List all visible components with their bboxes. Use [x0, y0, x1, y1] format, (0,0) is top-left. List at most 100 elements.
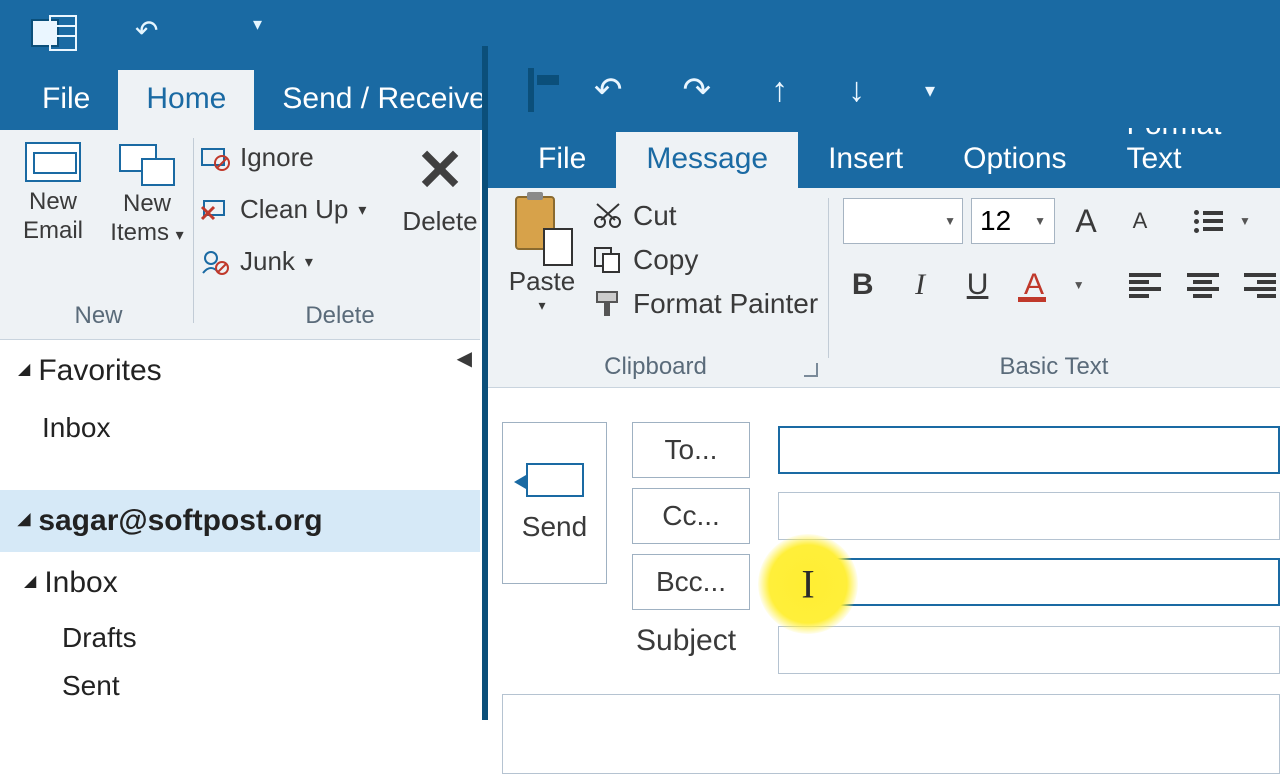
- font-name-select[interactable]: ▼: [843, 198, 963, 244]
- to-field[interactable]: [778, 426, 1280, 474]
- align-left-icon: [1129, 270, 1161, 301]
- bcc-button[interactable]: Bcc...: [632, 554, 750, 610]
- bcc-field[interactable]: [778, 558, 1280, 606]
- cleanup-label: Clean Up: [240, 194, 348, 225]
- ignore-icon: [200, 145, 230, 171]
- collapse-nav-icon[interactable]: ◀: [457, 346, 472, 371]
- compose-title-bar: ↶ ↷ ↑ ↓ ▾: [488, 46, 1280, 128]
- outlook-app-icon: [30, 14, 78, 54]
- send-label: Send: [522, 511, 587, 543]
- compose-tab-message[interactable]: Message: [616, 132, 798, 188]
- tab-file[interactable]: File: [14, 70, 118, 130]
- chevron-down-icon: ▾: [305, 252, 313, 272]
- triangle-down-icon: ◢: [18, 359, 30, 379]
- chevron-down-icon[interactable]: ▼: [1239, 214, 1251, 228]
- nav-favorites-inbox[interactable]: Inbox: [0, 402, 480, 454]
- bold-button[interactable]: B: [843, 262, 882, 308]
- nav-favorites-header[interactable]: ◢ Favorites: [0, 340, 480, 402]
- align-right-button[interactable]: [1241, 262, 1280, 308]
- grow-font-button[interactable]: A: [1063, 198, 1109, 244]
- group-label-clipboard: Clipboard: [488, 353, 823, 381]
- arrow-down-icon[interactable]: ↓: [848, 71, 865, 110]
- new-email-label: New Email: [8, 188, 98, 246]
- envelope-icon: [25, 142, 81, 182]
- align-left-button[interactable]: [1126, 262, 1165, 308]
- clipboard-launcher-icon[interactable]: [804, 363, 818, 377]
- tab-send-receive[interactable]: Send / Receive: [254, 70, 513, 130]
- align-center-icon: [1187, 270, 1219, 301]
- chevron-down-icon[interactable]: ▼: [1073, 278, 1085, 292]
- delete-button[interactable]: ✕ Delete: [400, 142, 480, 237]
- compose-body: Send To... Cc... Bcc... Subject I: [488, 388, 1280, 418]
- to-button[interactable]: To...: [632, 422, 750, 478]
- font-color-icon: A: [1024, 270, 1044, 300]
- folder-nav-pane: ◀ ◢ Favorites Inbox ◢ sagar@softpost.org ◢…: [0, 340, 480, 710]
- paste-icon: [515, 196, 569, 262]
- compose-ribbon: Paste ▾ Cut Copy Format Painter: [488, 188, 1280, 388]
- redo-icon[interactable]: ↷: [683, 70, 712, 110]
- undo-icon[interactable]: ↶: [135, 14, 158, 47]
- junk-button[interactable]: Junk ▾: [200, 246, 313, 277]
- align-center-button[interactable]: [1183, 262, 1222, 308]
- cc-button[interactable]: Cc...: [632, 488, 750, 544]
- underline-button[interactable]: U: [958, 262, 997, 308]
- delete-x-icon: ✕: [400, 142, 480, 200]
- compose-ribbon-tabs: File Message Insert Options Format Text: [488, 128, 1280, 188]
- compose-message-window: ↶ ↷ ↑ ↓ ▾ File Message Insert Options Fo…: [482, 46, 1280, 720]
- qat-customize-caret-icon[interactable]: ▾: [925, 78, 935, 103]
- align-right-icon: [1244, 270, 1276, 301]
- group-separator: [828, 198, 829, 358]
- new-items-label: New Items ▾: [102, 190, 192, 248]
- chevron-down-icon: ▼: [1034, 214, 1046, 228]
- ribbon-group-new: New Email New Items ▾ New: [6, 136, 191, 334]
- font-size-select[interactable]: 12▼: [971, 198, 1055, 244]
- copy-icon: [593, 246, 623, 274]
- scissors-icon: [593, 202, 623, 230]
- italic-button[interactable]: I: [900, 262, 939, 308]
- undo-icon[interactable]: ↶: [594, 70, 623, 110]
- chevron-down-icon: ▾: [358, 200, 366, 220]
- junk-icon: [200, 249, 230, 275]
- arrow-up-icon[interactable]: ↑: [771, 71, 788, 110]
- save-icon[interactable]: [528, 71, 534, 110]
- compose-tab-options[interactable]: Options: [933, 132, 1096, 188]
- nav-account-inbox[interactable]: ◢Inbox: [0, 552, 480, 614]
- cut-button[interactable]: Cut: [593, 194, 818, 238]
- font-color-button[interactable]: A: [1015, 262, 1054, 308]
- ignore-label: Ignore: [240, 142, 314, 173]
- send-envelope-icon: [526, 463, 584, 497]
- triangle-down-icon: ◢: [18, 509, 30, 529]
- message-body-field[interactable]: [502, 694, 1280, 774]
- shrink-font-button[interactable]: A: [1117, 198, 1163, 244]
- group-label-new: New: [6, 302, 191, 330]
- send-button[interactable]: Send: [502, 422, 607, 584]
- nav-favorites-label: Favorites: [38, 354, 161, 388]
- ignore-button[interactable]: Ignore: [200, 142, 314, 173]
- chevron-down-icon: ▾: [502, 297, 582, 314]
- bullets-button[interactable]: [1185, 198, 1231, 244]
- bullets-icon: [1194, 210, 1223, 233]
- subject-field[interactable]: [778, 626, 1280, 674]
- nav-sent[interactable]: Sent: [0, 662, 480, 710]
- cleanup-button[interactable]: Clean Up ▾: [200, 194, 366, 225]
- compose-tab-file[interactable]: File: [508, 132, 616, 188]
- nav-account-header[interactable]: ◢ sagar@softpost.org: [0, 490, 480, 552]
- new-email-button[interactable]: New Email: [8, 142, 98, 246]
- ribbon-group-basic-text: ▼ 12▼ A A ▼ B I U A ▼: [843, 198, 1280, 308]
- qat-customize-caret-icon[interactable]: ▾: [253, 14, 262, 35]
- chevron-down-icon: ▼: [944, 214, 956, 228]
- main-ribbon: New Email New Items ▾ New Ignore Clean U…: [0, 130, 480, 340]
- tab-home[interactable]: Home: [118, 70, 254, 130]
- group-label-basic-text: Basic Text: [838, 353, 1270, 381]
- new-items-button[interactable]: New Items ▾: [102, 142, 192, 248]
- cut-label: Cut: [633, 200, 677, 232]
- paste-button[interactable]: Paste ▾: [502, 196, 582, 314]
- format-painter-button[interactable]: Format Painter: [593, 282, 818, 326]
- junk-label: Junk: [240, 246, 295, 277]
- nav-account-label: sagar@softpost.org: [38, 504, 322, 538]
- compose-tab-insert[interactable]: Insert: [798, 132, 933, 188]
- nav-drafts[interactable]: Drafts: [0, 614, 480, 662]
- paste-label: Paste: [502, 266, 582, 297]
- cc-field[interactable]: [778, 492, 1280, 540]
- copy-button[interactable]: Copy: [593, 238, 818, 282]
